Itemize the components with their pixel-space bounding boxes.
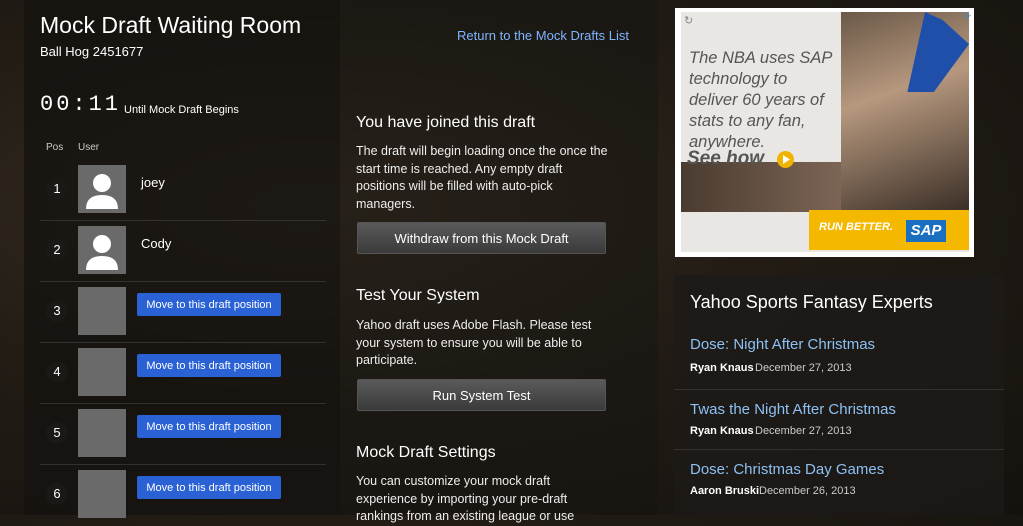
test-system-text: Yahoo draft uses Adobe Flash. Please tes… — [356, 318, 592, 367]
draft-position-row: 4 Move to this draft position — [40, 343, 326, 404]
user-name: joey — [141, 175, 165, 190]
article-date: December 26, 2013 — [759, 485, 856, 497]
expert-article: Twas the Night After Christmas Ryan Knau… — [674, 389, 1004, 448]
adchoices-icon[interactable]: ▷ — [964, 10, 971, 21]
countdown-label: Until Mock Draft Begins — [124, 104, 239, 116]
position-number: 5 — [46, 422, 68, 444]
position-number: 2 — [46, 239, 68, 261]
joined-text: The draft will begin loading once the on… — [356, 144, 608, 211]
column-header-pos: Pos — [46, 142, 64, 153]
advertisement[interactable]: ↻ The NBA uses SAP technology to deliver… — [675, 8, 974, 257]
move-to-position-button[interactable]: Move to this draft position — [137, 354, 281, 377]
article-link[interactable]: Dose: Night After Christmas — [690, 336, 875, 353]
team-name: Ball Hog 2451677 — [40, 44, 144, 59]
draft-position-row: 3 Move to this draft position — [40, 282, 326, 343]
ad-headline: The NBA uses SAP technology to deliver 6… — [689, 49, 832, 151]
column-header-user: User — [78, 142, 100, 153]
ad-see-how[interactable]: See how — [687, 148, 764, 170]
run-system-test-button[interactable]: Run System Test — [357, 379, 606, 411]
countdown-timer: 00:11 — [40, 92, 122, 117]
article-author: Ryan Knaus — [690, 425, 754, 437]
replay-icon[interactable]: ↻ — [684, 14, 693, 27]
sap-logo: SAP — [906, 220, 946, 242]
position-number: 1 — [46, 178, 68, 200]
avatar — [78, 226, 126, 274]
article-author: Aaron Bruski — [690, 485, 760, 497]
empty-avatar — [78, 287, 126, 335]
ad-tagline: RUN BETTER. — [819, 221, 893, 233]
move-to-position-button[interactable]: Move to this draft position — [137, 415, 281, 438]
article-date: December 27, 2013 — [755, 425, 852, 437]
empty-avatar — [78, 409, 126, 457]
user-name: Cody — [141, 236, 172, 251]
withdraw-button[interactable]: Withdraw from this Mock Draft — [357, 222, 606, 254]
move-to-position-button[interactable]: Move to this draft position — [137, 476, 281, 499]
draft-position-row: 5 Move to this draft position — [40, 404, 326, 465]
move-to-position-button[interactable]: Move to this draft position — [137, 293, 281, 316]
user-silhouette-icon — [86, 174, 118, 209]
expert-article: Dose: Christmas Day Games Aaron Bruski D… — [674, 449, 1004, 508]
empty-avatar — [78, 470, 126, 518]
article-date: December 27, 2013 — [755, 362, 852, 374]
test-system-heading: Test Your System — [356, 287, 480, 304]
center-panel — [340, 0, 658, 515]
ad-creative[interactable]: ↻ The NBA uses SAP technology to deliver… — [681, 12, 969, 252]
return-to-mock-drafts-link[interactable]: Return to the Mock Drafts List — [457, 28, 629, 43]
article-link[interactable]: Twas the Night After Christmas — [690, 401, 896, 418]
play-icon — [777, 151, 794, 168]
position-number: 4 — [46, 361, 68, 383]
position-number: 3 — [46, 300, 68, 322]
draft-position-row: 1 joey — [40, 160, 326, 221]
joined-heading: You have joined this draft — [356, 114, 536, 131]
user-silhouette-icon — [86, 235, 118, 270]
experts-title: Yahoo Sports Fantasy Experts — [690, 292, 933, 312]
expert-article: Dose: Night After Christmas Ryan Knaus D… — [674, 330, 1004, 388]
settings-heading: Mock Draft Settings — [356, 444, 496, 461]
avatar — [78, 165, 126, 213]
position-number: 6 — [46, 483, 68, 505]
settings-text: You can customize your mock draft experi… — [356, 474, 575, 523]
draft-position-row: 2 Cody — [40, 221, 326, 282]
article-link[interactable]: Dose: Christmas Day Games — [690, 461, 884, 478]
page-title: Mock Draft Waiting Room — [40, 12, 302, 38]
draft-position-row: 6 Move to this draft position — [40, 465, 326, 525]
article-author: Ryan Knaus — [690, 362, 754, 374]
empty-avatar — [78, 348, 126, 396]
